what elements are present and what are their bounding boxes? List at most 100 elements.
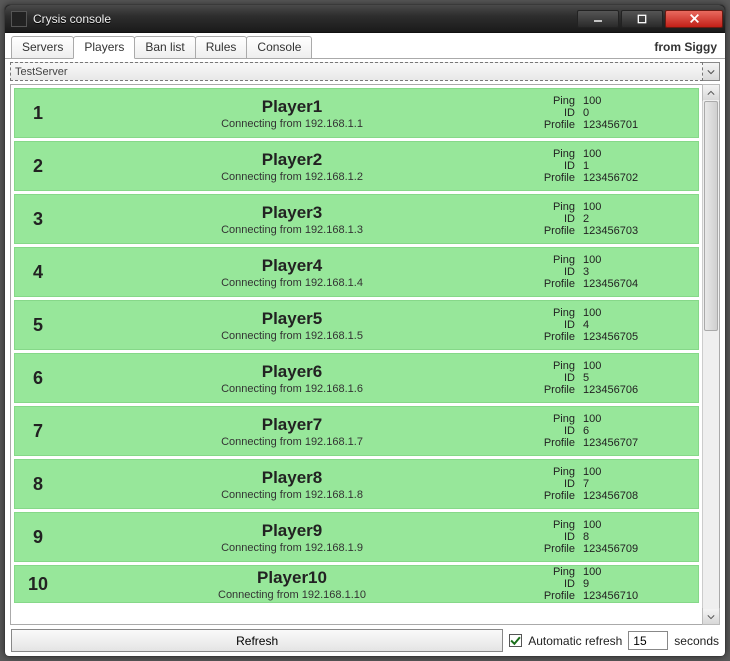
- tab-rules[interactable]: Rules: [195, 36, 248, 58]
- auto-refresh-checkbox[interactable]: [509, 634, 522, 647]
- player-rank: 9: [15, 513, 61, 561]
- profile-value: 123456701: [583, 119, 692, 131]
- player-name: Player9: [262, 521, 323, 541]
- tab-ban-list[interactable]: Ban list: [134, 36, 195, 58]
- player-name: Player7: [262, 415, 323, 435]
- player-connection: Connecting from 192.168.1.2: [221, 171, 363, 183]
- player-row[interactable]: 9Player9Connecting from 192.168.1.9Ping1…: [14, 512, 699, 562]
- player-info: Player9Connecting from 192.168.1.9: [61, 513, 523, 561]
- player-connection: Connecting from 192.168.1.5: [221, 330, 363, 342]
- check-icon: [510, 635, 521, 646]
- player-info: Player3Connecting from 192.168.1.3: [61, 195, 523, 243]
- player-row[interactable]: 8 Player8Connecting from 192.168.1.8 Ping1…: [14, 459, 699, 509]
- id-label: ID: [523, 578, 583, 590]
- id-label: ID: [523, 107, 583, 119]
- player-name: Player10: [257, 568, 327, 588]
- ping-label: Ping: [523, 307, 583, 319]
- refresh-button[interactable]: Refresh: [11, 629, 503, 652]
- id-value: 6: [583, 425, 692, 437]
- ping-label: Ping: [523, 254, 583, 266]
- id-value: 0: [583, 107, 692, 119]
- player-name: Player1: [262, 97, 323, 117]
- player-name: Player8: [262, 468, 323, 488]
- player-connection: Connecting from 192.168.1.9: [221, 542, 363, 554]
- window-title: Crysis console: [33, 12, 577, 26]
- ping-value: 100: [583, 201, 692, 213]
- player-row[interactable]: 10Player10Connecting from 192.168.1.10Pi…: [14, 565, 699, 603]
- ping-value: 100: [583, 307, 692, 319]
- player-row[interactable]: 6Player6Connecting from 192.168.1.6Ping1…: [14, 353, 699, 403]
- ping-label: Ping: [523, 201, 583, 213]
- id-label: ID: [523, 319, 583, 331]
- profile-value: 123456706: [583, 384, 692, 396]
- profile-label: Profile: [523, 543, 583, 555]
- player-info: Player1Connecting from 192.168.1.1: [61, 89, 523, 137]
- player-rank: 8: [15, 460, 61, 508]
- refresh-button-label: Refresh: [236, 634, 278, 648]
- ping-value: 100: [583, 360, 692, 372]
- tab-bar: ServersPlayersBan listRulesConsole from …: [5, 33, 725, 59]
- profile-label: Profile: [523, 384, 583, 396]
- ping-value: 100: [583, 95, 692, 107]
- profile-value: 123456704: [583, 278, 692, 290]
- scroll-track[interactable]: [703, 100, 719, 609]
- profile-value: 123456703: [583, 225, 692, 237]
- player-row[interactable]: 3Player3Connecting from 192.168.1.3Ping1…: [14, 194, 699, 244]
- player-list-container: 1Player1Connecting from 192.168.1.1Ping1…: [10, 84, 720, 625]
- minimize-button[interactable]: [577, 10, 619, 28]
- close-button[interactable]: [665, 10, 723, 28]
- player-rank: 1: [15, 89, 61, 137]
- ping-label: Ping: [523, 360, 583, 372]
- profile-value: 123456705: [583, 331, 692, 343]
- id-label: ID: [523, 266, 583, 278]
- ping-label: Ping: [523, 466, 583, 478]
- player-row[interactable]: 7Player7Connecting from 192.168.1.7Ping1…: [14, 406, 699, 456]
- player-row[interactable]: 1Player1Connecting from 192.168.1.1Ping1…: [14, 88, 699, 138]
- ping-value: 100: [583, 148, 692, 160]
- id-value: 1: [583, 160, 692, 172]
- player-name: Player3: [262, 203, 323, 223]
- player-row[interactable]: 4Player4Connecting from 192.168.1.4Ping1…: [14, 247, 699, 297]
- id-label: ID: [523, 425, 583, 437]
- scroll-thumb[interactable]: [704, 101, 718, 331]
- id-label: ID: [523, 372, 583, 384]
- player-list: 1Player1Connecting from 192.168.1.1Ping1…: [11, 85, 702, 624]
- tab-console[interactable]: Console: [246, 36, 312, 58]
- profile-label: Profile: [523, 278, 583, 290]
- id-label: ID: [523, 160, 583, 172]
- player-stats: Ping100ID2Profile123456703: [523, 195, 698, 243]
- server-select[interactable]: TestServer: [10, 62, 703, 81]
- player-stats: Ping100ID9Profile123456710: [523, 566, 698, 602]
- player-connection: Connecting from 192.168.1.4: [221, 277, 363, 289]
- tab-servers[interactable]: Servers: [11, 36, 74, 58]
- player-row[interactable]: 5Player5Connecting from 192.168.1.5Ping1…: [14, 300, 699, 350]
- player-stats: Ping100ID3Profile123456704: [523, 248, 698, 296]
- player-rank: 4: [15, 248, 61, 296]
- player-stats: Ping100ID6Profile123456707: [523, 407, 698, 455]
- vertical-scrollbar[interactable]: [702, 85, 719, 624]
- titlebar[interactable]: Crysis console: [5, 5, 725, 33]
- player-connection: Connecting from 192.168.1.8: [221, 489, 363, 501]
- footer: Refresh Automatic refresh seconds: [5, 625, 725, 656]
- ping-value: 100: [583, 254, 692, 266]
- server-select-dropdown-button[interactable]: [703, 62, 720, 81]
- ping-value: 100: [583, 413, 692, 425]
- scroll-up-button[interactable]: [702, 84, 720, 101]
- player-connection: Connecting from 192.168.1.1: [221, 118, 363, 130]
- player-name: Player5: [262, 309, 323, 329]
- profile-value: 123456709: [583, 543, 692, 555]
- chevron-down-icon: [707, 68, 715, 76]
- scroll-down-button[interactable]: [702, 608, 720, 625]
- player-info: Player5Connecting from 192.168.1.5: [61, 301, 523, 349]
- ping-value: 100: [583, 519, 692, 531]
- refresh-interval-input[interactable]: [628, 631, 668, 650]
- player-row[interactable]: 2Player2Connecting from 192.168.1.2Ping1…: [14, 141, 699, 191]
- profile-label: Profile: [523, 119, 583, 131]
- tab-players[interactable]: Players: [73, 36, 135, 59]
- maximize-button[interactable]: [621, 10, 663, 28]
- player-stats: Ping100ID5Profile123456706: [523, 354, 698, 402]
- server-select-value: TestServer: [15, 66, 68, 78]
- player-rank: 3: [15, 195, 61, 243]
- auto-refresh-label: Automatic refresh: [528, 634, 622, 648]
- profile-value: 123456708: [583, 490, 692, 502]
